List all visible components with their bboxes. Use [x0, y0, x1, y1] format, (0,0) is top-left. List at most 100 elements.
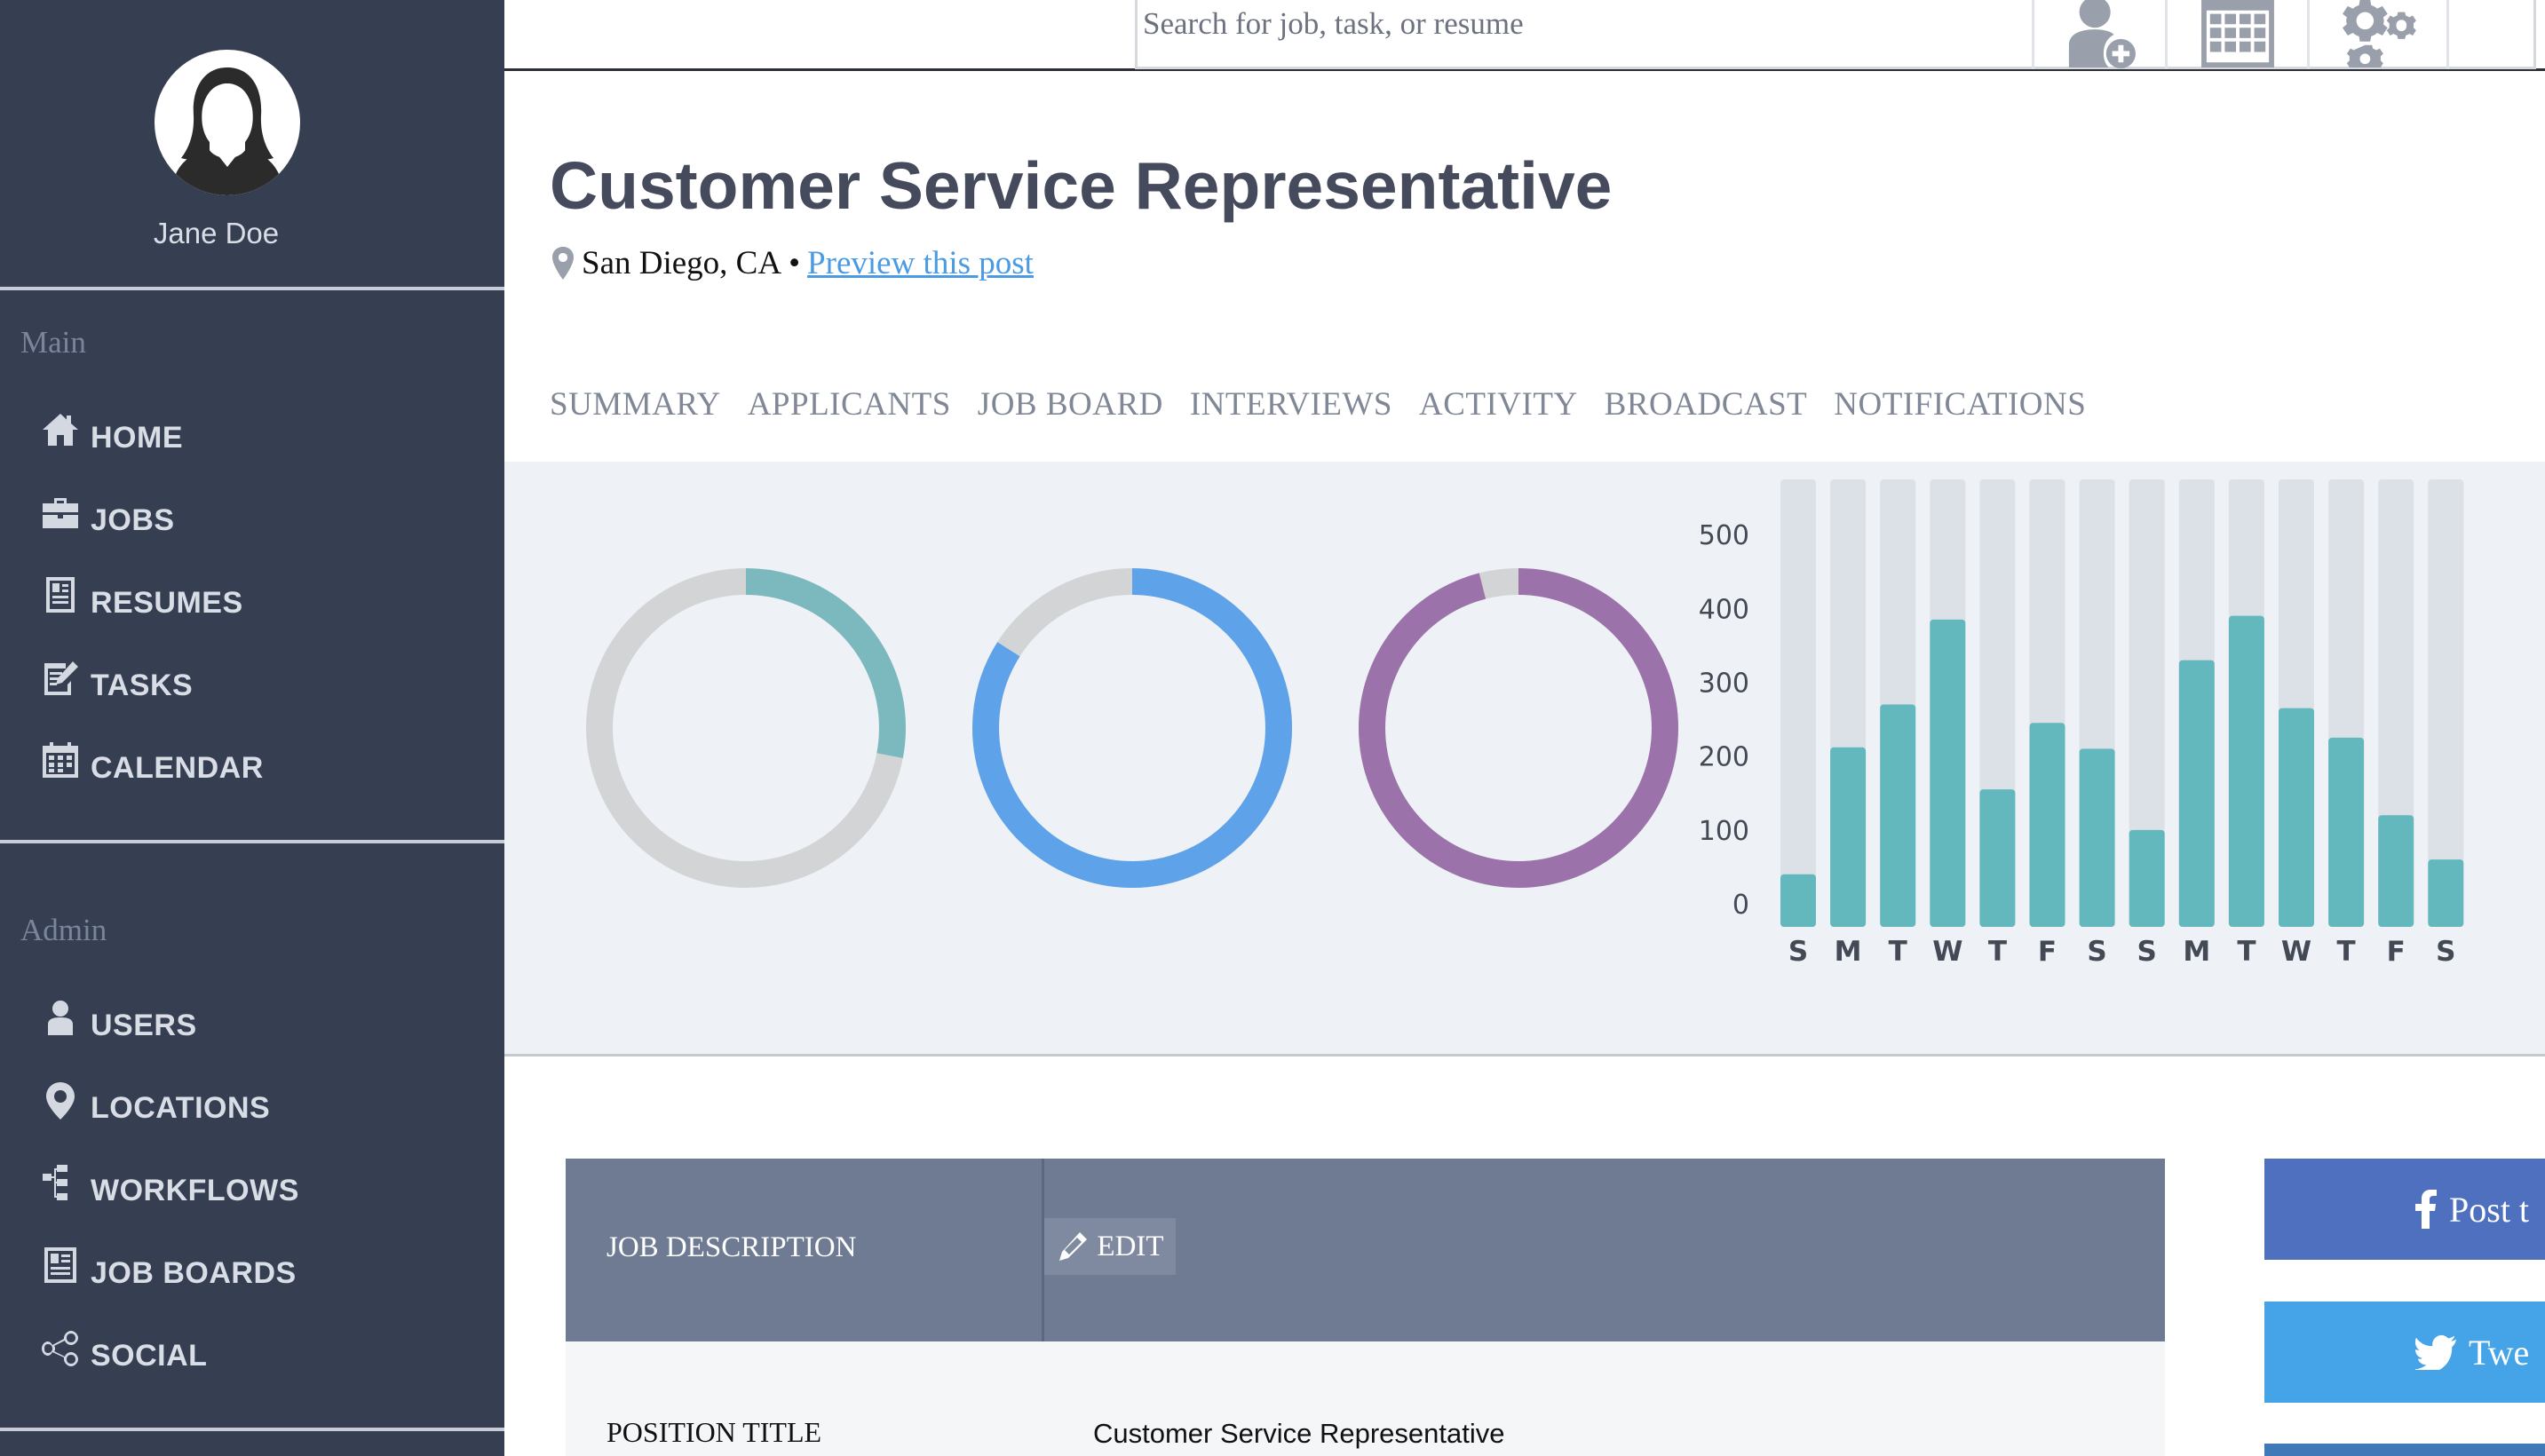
bar-10 [2279, 708, 2314, 927]
home-icon [41, 410, 83, 453]
donut-3-arc [1359, 568, 1678, 888]
sidebar-item-label: WORKFLOWS [91, 1173, 299, 1207]
sidebar-item-calendar[interactable]: CALENDAR [41, 737, 264, 787]
bar-3 [1930, 619, 1966, 927]
job-location-line: San Diego, CA • Preview this post [550, 244, 1034, 282]
x-tick-label: S [2436, 936, 2455, 968]
add-user-button[interactable] [2032, 0, 2165, 69]
facebook-post-button[interactable]: Post t [2264, 1159, 2545, 1260]
tab-applicants[interactable]: APPLICANTS [748, 385, 951, 423]
x-tick-label: S [2137, 936, 2157, 968]
sidebar-divider [0, 840, 504, 843]
sidebar-divider [0, 1428, 504, 1431]
briefcase-icon [41, 493, 83, 535]
location-pin-icon [41, 1080, 83, 1123]
calendar-icon [41, 740, 83, 783]
x-tick-label: T [2237, 936, 2256, 968]
sidebar-item-label: USERS [91, 1008, 197, 1042]
sidebar-item-jobs[interactable]: JOBS [41, 489, 175, 539]
bar-4 [1979, 789, 2016, 927]
sidebar-item-label: HOME [91, 420, 183, 455]
tasks-icon [41, 658, 83, 700]
job-description-header: JOB DESCRIPTION EDIT [566, 1159, 2165, 1341]
sidebar-item-label: CALENDAR [91, 750, 264, 785]
sidebar-item-home[interactable]: HOME [41, 407, 183, 456]
sidebar-divider [0, 287, 504, 290]
top-bar [504, 0, 2545, 71]
tab-interviews[interactable]: INTERVIEWS [1190, 385, 1392, 423]
sidebar-item-users[interactable]: USERS [41, 994, 197, 1044]
user-icon [41, 998, 83, 1041]
donut-chart-2 [972, 568, 1292, 888]
sidebar-item-label: RESUMES [91, 585, 243, 620]
sidebar-item-label: JOB BOARDS [91, 1255, 297, 1290]
tab-job-board[interactable]: JOB BOARD [978, 385, 1163, 423]
sidebar-item-locations[interactable]: LOCATIONS [41, 1077, 270, 1127]
tab-summary[interactable]: SUMMARY [550, 385, 721, 423]
x-tick-label: S [1788, 936, 1808, 968]
job-description-card: JOB DESCRIPTION EDIT POSITION TITLE Cust… [566, 1159, 2165, 1456]
job-board-icon [41, 1246, 83, 1288]
bar-12 [2378, 815, 2414, 927]
page-title: Customer Service Representative [550, 148, 1613, 223]
preview-post-link[interactable]: Preview this post [807, 244, 1034, 282]
sidebar-item-label: TASKS [91, 668, 194, 702]
resume-icon [41, 575, 83, 618]
bar-13 [2428, 859, 2464, 927]
twitter-tweet-button[interactable]: Twe [2264, 1302, 2545, 1403]
y-tick-label: 500 [1699, 520, 1749, 551]
add-user-icon [2068, 0, 2136, 69]
facebook-button-label: Post t [2449, 1189, 2530, 1230]
sidebar-item-resumes[interactable]: RESUMES [41, 572, 243, 621]
x-tick-label: F [2038, 936, 2057, 968]
bar-9 [2228, 615, 2264, 927]
x-tick-label: W [1932, 936, 1962, 968]
sidebar-item-label: JOBS [91, 502, 175, 537]
position-title-label: POSITION TITLE [607, 1416, 822, 1448]
y-tick-label: 0 [1732, 890, 1749, 921]
bar-1 [1830, 747, 1867, 927]
x-tick-label: T [2337, 936, 2356, 968]
y-tick-label: 100 [1699, 816, 1749, 847]
tab-activity[interactable]: ACTIVITY [1419, 385, 1578, 423]
sidebar-item-label: SOCIAL [91, 1338, 208, 1373]
section-label-admin: Admin [20, 913, 107, 947]
donut-chart-3 [1359, 568, 1678, 888]
avatar[interactable] [155, 50, 300, 195]
location-pin-icon [550, 246, 576, 281]
settings-button[interactable] [2307, 0, 2449, 69]
donut-chart-1 [586, 568, 906, 888]
x-tick-label: T [1889, 936, 1907, 968]
section-label-main: Main [20, 325, 86, 360]
share-icon [41, 1328, 83, 1371]
pencil-icon [1059, 1232, 1088, 1261]
user-name: Jane Doe [153, 217, 280, 249]
sidebar-item-social[interactable]: SOCIAL [41, 1325, 207, 1374]
sidebar-item-tasks[interactable]: TASKS [41, 654, 193, 704]
facebook-icon [2415, 1190, 2437, 1229]
y-tick-label: 200 [1699, 742, 1749, 773]
bar-0 [1780, 874, 1816, 927]
x-tick-label: T [1988, 936, 2007, 968]
calendar-button[interactable] [2165, 0, 2307, 69]
x-tick-label: M [1835, 936, 1862, 968]
job-description-title: JOB DESCRIPTION [607, 1231, 857, 1263]
x-tick-label: W [2281, 936, 2311, 968]
job-location: San Diego, CA [582, 245, 782, 281]
tab-broadcast[interactable]: BROADCAST [1605, 385, 1808, 423]
daily-bar-chart: 5004003002001000S M T W T F S S M T W T F S [1699, 479, 2464, 968]
sidebar-item-job-boards[interactable]: JOB BOARDS [41, 1242, 297, 1292]
edit-button[interactable]: EDIT [1044, 1218, 1176, 1275]
bar-7 [2129, 829, 2165, 927]
sidebar-item-label: LOCATIONS [91, 1090, 271, 1125]
avatar-silhouette-icon [156, 51, 298, 195]
tab-notifications[interactable]: NOTIFICATIONS [1834, 385, 2086, 423]
bar-11 [2328, 737, 2365, 927]
bar-track [1780, 479, 1816, 927]
y-tick-label: 300 [1699, 669, 1749, 700]
position-title-value: Customer Service Representative [1093, 1418, 1505, 1449]
separator-bullet: • [789, 245, 801, 281]
settings-gears-icon [2343, 0, 2416, 68]
share-button-partial[interactable] [2264, 1444, 2545, 1456]
sidebar-item-workflows[interactable]: WORKFLOWS [41, 1159, 299, 1209]
